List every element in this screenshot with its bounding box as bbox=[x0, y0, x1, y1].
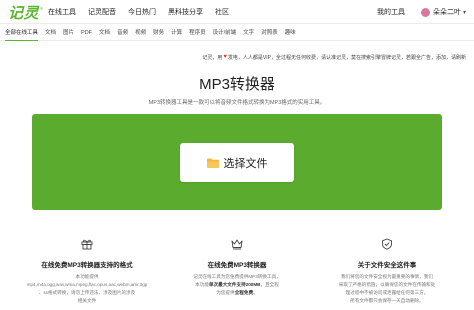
choose-file-label: 选择文件 bbox=[223, 157, 268, 170]
nav-link-community[interactable]: 社区 bbox=[215, 7, 229, 17]
category-tabs: 全部在线工具 文档 图片 PDF 文档 音频 视频 财务 计算 程序员 设计/前… bbox=[0, 28, 474, 41]
nav-link-tech-share[interactable]: 黑科技分享 bbox=[168, 7, 203, 17]
tab-text-doc[interactable]: 文档 bbox=[99, 28, 110, 41]
feature-file-security: 关于文件安全这件事 我们将您的文件安全视为最重要的事情，我们 采取了严格的措施，… bbox=[322, 238, 452, 305]
page-title: MP3转换器 bbox=[199, 76, 275, 93]
feature-formats: 在线免费MP3转换器支持的格式 本功能提供 mp4,m4a,ogg,wav,wm… bbox=[22, 238, 152, 305]
feature-title: 关于文件安全这件事 bbox=[357, 262, 417, 269]
feature-free-converter: 在线免费MP3转换器 记灵在线工具为您免费提供MP3转换工具， 本功能单次最大文… bbox=[172, 238, 302, 297]
user-area: 我的工具 朵朵二叶 ▾ bbox=[377, 0, 466, 24]
avatar[interactable] bbox=[420, 7, 430, 17]
upload-panel[interactable]: 选择文件 bbox=[32, 114, 442, 210]
tab-fun[interactable]: 趣味 bbox=[285, 28, 296, 41]
feature-description: 本功能提供 mp4,m4a,ogg,wav,wma,mpeg,flac,opus… bbox=[26, 274, 148, 303]
logo[interactable]: 记灵 ® bbox=[8, 2, 43, 23]
logo-text: 记灵 bbox=[8, 5, 40, 22]
feature-title: 在线免费MP3转换器 bbox=[207, 262, 267, 269]
nav-link-online-tools[interactable]: 在线工具 bbox=[48, 7, 76, 17]
shield-icon bbox=[382, 238, 392, 250]
notice-text-end: 发电，人人都是VIP，全过程无任何收费，请认准记灵，莫在搜索引擎冒牌记灵，若跟全… bbox=[227, 54, 466, 61]
feature-title: 在线免费MP3转换器支持的格式 bbox=[41, 262, 133, 269]
heart-icon: ♥ bbox=[223, 54, 227, 60]
tab-calculate[interactable]: 计算 bbox=[171, 28, 182, 41]
user-name[interactable]: 朵朵二叶 bbox=[433, 7, 461, 17]
gift-icon bbox=[81, 239, 93, 250]
tab-finance[interactable]: 财务 bbox=[153, 28, 164, 41]
registered-mark: ® bbox=[40, 6, 43, 11]
feature-description: 我们将您的文件安全视为最重要的事情，我们 采取了严格的措施，以确保您的文件在传输… bbox=[338, 274, 436, 303]
tab-all-tools[interactable]: 全部在线工具 bbox=[5, 28, 39, 41]
nav-link-dubbing[interactable]: 记灵配音 bbox=[88, 7, 116, 17]
tab-programmer[interactable]: 程序员 bbox=[189, 28, 206, 41]
folder-icon bbox=[206, 158, 219, 168]
tab-video[interactable]: 视频 bbox=[135, 28, 146, 41]
top-navigation: 记灵 ® 在线工具 记灵配音 今日热门 黑科技分享 社区 我的工具 朵朵二叶 ▾ bbox=[0, 0, 474, 24]
tab-design-frontend[interactable]: 设计/前端 bbox=[213, 28, 237, 41]
page-subtitle: MP3转换器工具是一款可以将音频文件格式转换为MP3格式的实用工具。 bbox=[148, 100, 326, 106]
tab-audio[interactable]: 音频 bbox=[117, 28, 128, 41]
my-tools-link[interactable]: 我的工具 bbox=[377, 7, 405, 17]
tab-comparison-table[interactable]: 对照表 bbox=[261, 28, 278, 41]
tab-image[interactable]: 图片 bbox=[63, 28, 74, 41]
notice-bar: 记灵，用 ♥ 发电，人人都是VIP，全过程无任何收费，请认准记灵，莫在搜索引擎冒… bbox=[202, 52, 466, 62]
nav-links: 在线工具 记灵配音 今日热门 黑科技分享 社区 bbox=[48, 0, 241, 24]
tab-document[interactable]: 文档 bbox=[45, 28, 56, 41]
crown-icon bbox=[231, 239, 243, 250]
feature-description: 记灵在线工具为您免费提供MP3转换工具， 本功能单次最大文件支持200MB，且全… bbox=[193, 274, 281, 295]
choose-file-button[interactable]: 选择文件 bbox=[180, 143, 294, 182]
tab-text[interactable]: 文字 bbox=[243, 28, 254, 41]
notice-text-start: 记灵，用 bbox=[202, 54, 223, 61]
tab-pdf[interactable]: PDF bbox=[81, 28, 92, 41]
nav-link-trending[interactable]: 今日热门 bbox=[128, 7, 156, 17]
chevron-down-icon[interactable]: ▾ bbox=[463, 9, 466, 16]
